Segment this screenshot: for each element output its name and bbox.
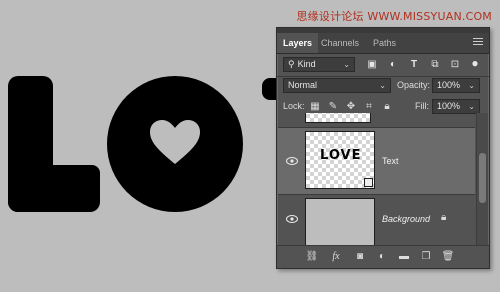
chevron-down-icon: ⌄ — [379, 81, 386, 90]
chevron-down-icon: ⌄ — [343, 60, 350, 69]
lock-label: Lock: — [283, 101, 305, 111]
panel-tabs: Layers Channels Paths — [277, 33, 489, 54]
chevron-down-icon: ⌄ — [468, 102, 475, 111]
fill-label: Fill: — [415, 101, 429, 111]
new-layer-icon[interactable]: ❐ — [419, 251, 433, 263]
heart-icon — [150, 120, 200, 164]
lock-all-icon[interactable]: 🔒︎ — [381, 101, 393, 113]
filter-toggle-icon[interactable]: ● — [468, 56, 482, 70]
fill-input[interactable]: 100% ⌄ — [432, 99, 480, 114]
opacity-input[interactable]: 100% ⌄ — [432, 78, 480, 93]
letter-o — [107, 76, 243, 212]
smart-object-badge-icon — [364, 178, 373, 187]
search-icon: ⚲ — [288, 59, 295, 69]
panel-footer: ⛓ fx ◙ ◐ ▬ ❐ 🗑︎ — [277, 245, 489, 268]
layer-row-text[interactable]: LOVE Text — [278, 128, 475, 195]
eye-icon[interactable] — [286, 157, 298, 165]
blend-mode-value: Normal — [288, 80, 318, 90]
lock-position-icon[interactable]: ✥ — [345, 101, 357, 113]
layer-row-partial[interactable] — [278, 113, 475, 128]
filter-row: ⚲ Kind ⌄ ▣ ◐ T ⧉ ⊡ ● — [277, 56, 489, 73]
adjustment-layer-icon[interactable]: ◐ — [375, 251, 389, 263]
layer-name[interactable]: Background — [382, 214, 430, 224]
smart-object-filter-icon[interactable]: ⊡ — [448, 58, 462, 72]
tab-paths[interactable]: Paths — [367, 33, 402, 53]
blend-mode-select[interactable]: Normal ⌄ — [283, 78, 391, 93]
lock-brush-icon[interactable]: ✎ — [327, 101, 339, 113]
opacity-label: Opacity: — [397, 80, 431, 90]
type-filter-icon[interactable]: T — [407, 58, 421, 72]
scrollbar-thumb[interactable] — [479, 153, 486, 203]
watermark-text: 思缘设计论坛 WWW.MISSYUAN.COM — [296, 10, 492, 23]
layer-name[interactable]: Text — [382, 156, 399, 166]
lock-row: Lock: ▦ ✎ ✥ ⌗ 🔒︎ Fill: 100% ⌄ — [277, 99, 489, 114]
fill-value: 100% — [437, 101, 461, 111]
layer-thumbnail-text: LOVE — [320, 148, 362, 163]
add-mask-icon[interactable]: ◙ — [353, 251, 367, 263]
shape-filter-icon[interactable]: ⧉ — [428, 58, 442, 72]
folder-icon[interactable]: ▬ — [397, 251, 411, 263]
divider — [277, 76, 489, 77]
letter-l-foot — [8, 165, 100, 212]
blend-row: Normal ⌄ Opacity: 100% ⌄ — [277, 78, 489, 94]
layer-thumbnail — [305, 198, 375, 245]
lock-artboard-icon[interactable]: ⌗ — [363, 101, 375, 113]
adjustment-filter-icon[interactable]: ◐ — [386, 58, 400, 72]
layer-thumbnail — [305, 113, 371, 123]
tab-channels[interactable]: Channels — [315, 33, 365, 53]
fx-icon[interactable]: fx — [329, 251, 343, 263]
lock-icon: 🔒︎ — [441, 212, 447, 223]
tab-layers[interactable]: Layers — [277, 33, 319, 53]
trash-icon[interactable]: 🗑︎ — [441, 251, 455, 263]
layer-row-background[interactable]: Background 🔒︎ — [278, 195, 475, 245]
filter-kind-label: Kind — [297, 59, 316, 69]
chevron-down-icon: ⌄ — [468, 81, 475, 90]
panel-menu-icon[interactable] — [473, 38, 483, 48]
opacity-value: 100% — [437, 80, 461, 90]
image-filter-icon[interactable]: ▣ — [365, 58, 379, 72]
layers-panel: Layers Channels Paths ⚲ Kind ⌄ ▣ ◐ T ⧉ ⊡ … — [276, 27, 490, 269]
filter-kind-select[interactable]: ⚲ Kind ⌄ — [283, 57, 355, 72]
layers-list: LOVE Text Background 🔒︎ — [278, 113, 475, 245]
lock-transparency-icon[interactable]: ▦ — [309, 101, 321, 113]
link-layers-icon[interactable]: ⛓ — [305, 251, 319, 263]
eye-icon[interactable] — [286, 215, 298, 223]
layers-scrollbar[interactable] — [476, 113, 488, 245]
layer-thumbnail: LOVE — [305, 131, 375, 189]
